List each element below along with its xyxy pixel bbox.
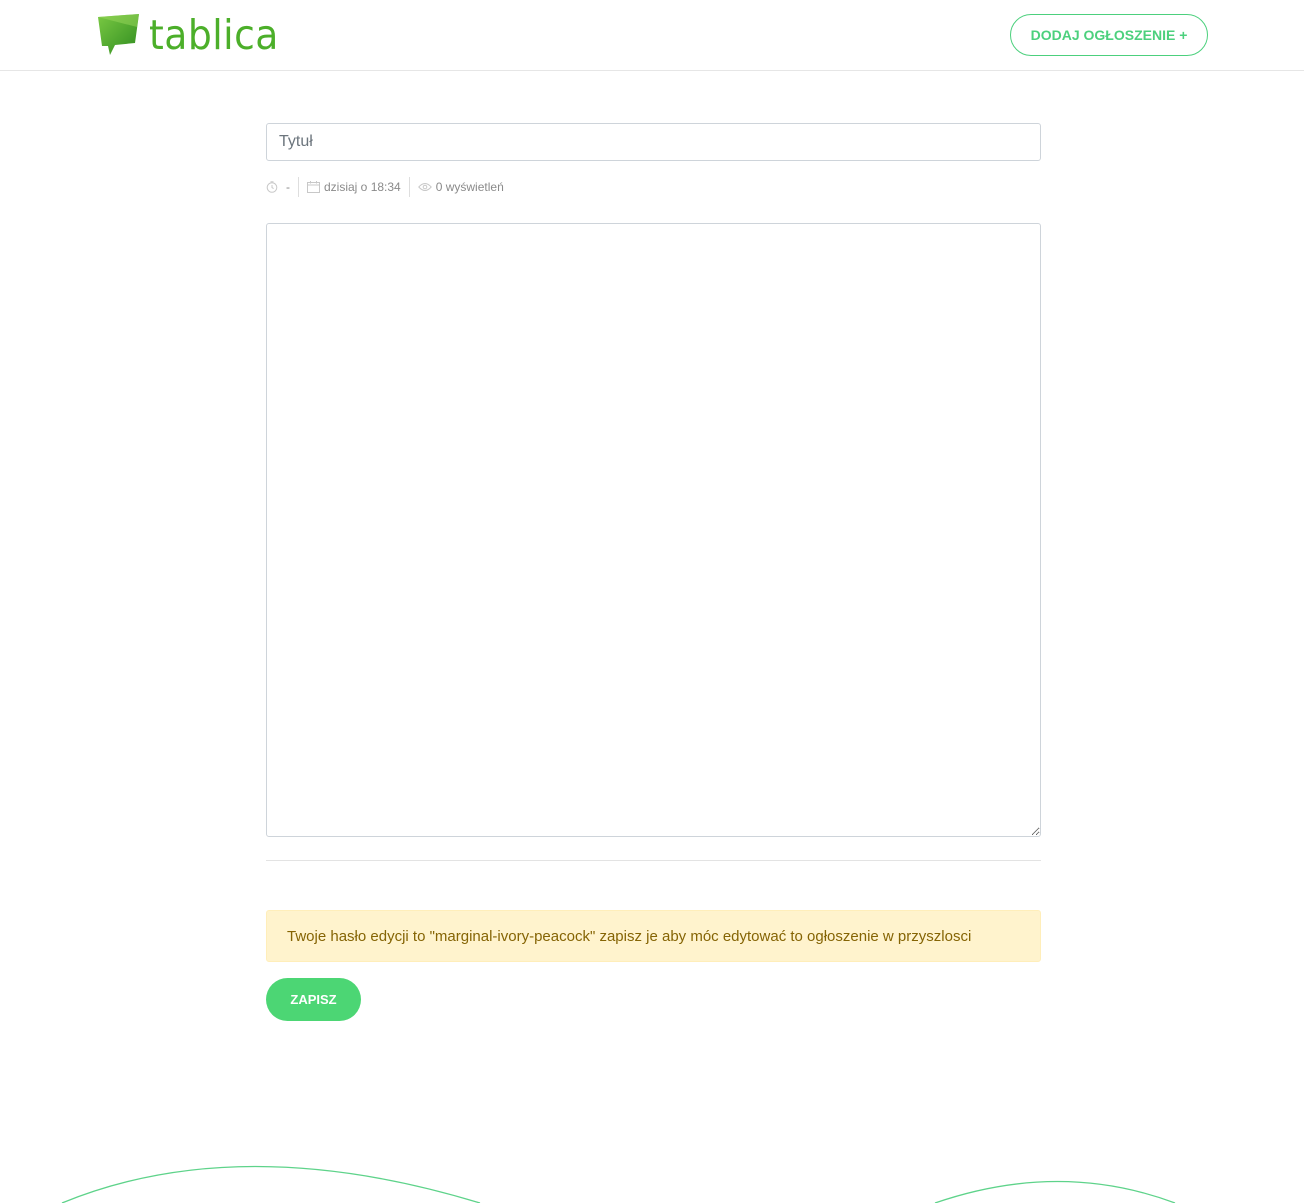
save-button[interactable]: ZAPISZ	[266, 978, 361, 1021]
content-textarea[interactable]	[266, 223, 1041, 837]
expiry-value: -	[286, 180, 290, 194]
views-value: 0 wyświetleń	[435, 180, 504, 194]
add-listing-button[interactable]: DODAJ OGŁOSZENIE +	[1010, 14, 1208, 56]
date-value: dzisiaj o 18:34	[324, 180, 401, 194]
meta-divider	[408, 177, 410, 197]
meta-divider	[298, 177, 299, 197]
decorative-curves	[61, 1165, 1176, 1203]
calendar-icon	[307, 181, 320, 193]
logo-text: tablica	[149, 11, 279, 59]
expiry-meta: -	[266, 177, 290, 197]
edit-password-alert: Twoje hasło edycji to "marginal-ivory-pe…	[266, 910, 1041, 962]
title-input[interactable]	[266, 123, 1041, 161]
site-header: tablica DODAJ OGŁOSZENIE +	[0, 0, 1304, 71]
form-divider	[266, 860, 1041, 861]
eye-icon	[417, 182, 432, 192]
date-meta: dzisiaj o 18:34	[307, 177, 401, 197]
speech-bubble-logo-icon	[98, 14, 139, 55]
views-meta: 0 wyświetleń	[417, 177, 504, 197]
clock-icon	[266, 181, 278, 193]
site-logo[interactable]: tablica	[97, 13, 290, 57]
listing-meta: - dzisiaj o 18:34 0 wyświetleń	[266, 177, 504, 197]
alert-message: Twoje hasło edycji to "marginal-ivory-pe…	[287, 927, 972, 945]
